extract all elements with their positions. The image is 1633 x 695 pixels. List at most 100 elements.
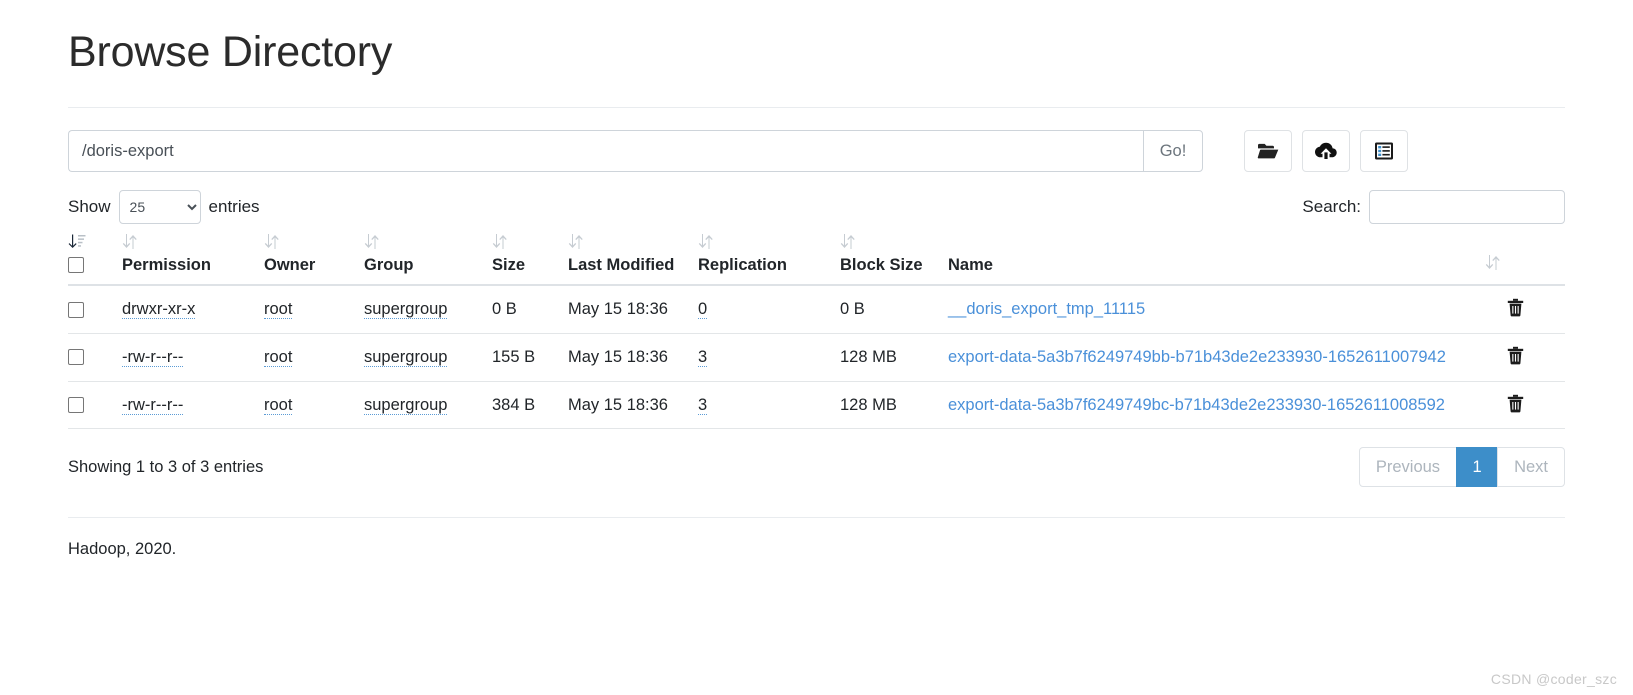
- cut-paste-button[interactable]: [1360, 130, 1408, 173]
- length-control: Show 10 25 50 100 entries: [68, 190, 260, 225]
- column-header-replication[interactable]: Replication: [698, 233, 840, 287]
- replication-value[interactable]: 3: [698, 395, 708, 415]
- cell-group: supergroup: [364, 333, 492, 382]
- column-header-label: Name: [948, 256, 993, 275]
- column-header-label: Permission: [122, 256, 211, 275]
- footer-text: Hadoop, 2020.: [68, 540, 177, 559]
- search-control: Search:: [1302, 190, 1565, 225]
- cell-size: 384 B: [492, 381, 568, 430]
- replication-value[interactable]: 0: [698, 300, 708, 320]
- row-checkbox[interactable]: [68, 301, 84, 318]
- column-header-block-size[interactable]: Block Size: [840, 233, 948, 287]
- page-length-select[interactable]: 10 25 50 100: [118, 190, 201, 225]
- watermark: CSDN @coder_szc: [1490, 671, 1617, 687]
- owner-value[interactable]: root: [264, 395, 293, 415]
- group-value[interactable]: supergroup: [364, 300, 448, 320]
- entries-label: entries: [208, 197, 260, 217]
- create-directory-button[interactable]: [1244, 130, 1292, 173]
- sort-both-icon: [698, 233, 836, 252]
- select-all-checkbox[interactable]: [68, 257, 84, 274]
- pagination-next[interactable]: Next: [1497, 447, 1565, 488]
- cell-owner: root: [264, 333, 364, 382]
- trash-icon: [1507, 346, 1524, 368]
- column-header-select[interactable]: [68, 233, 122, 287]
- table-row: drwxr-xr-x root supergroup 0 B May 15 18…: [68, 285, 1565, 334]
- search-input[interactable]: [1369, 190, 1565, 225]
- cell-block-size: 128 MB: [840, 333, 948, 382]
- delete-button[interactable]: [1507, 394, 1524, 416]
- table-controls: Show 10 25 50 100 entries Search:: [68, 189, 1565, 225]
- sort-desc-active-icon: [68, 233, 118, 252]
- row-checkbox[interactable]: [68, 397, 84, 414]
- table-header-row: Permission Owner Group Size Last Modifie…: [68, 233, 1565, 287]
- column-header-label: Replication: [698, 256, 787, 275]
- cell-size: 0 B: [492, 285, 568, 334]
- cloud-upload-icon: [1314, 141, 1338, 161]
- page-title: Browse Directory: [68, 28, 393, 76]
- cell-permission: drwxr-xr-x: [122, 285, 264, 334]
- permission-value[interactable]: drwxr-xr-x: [122, 300, 196, 320]
- owner-value[interactable]: root: [264, 347, 293, 367]
- table-body: drwxr-xr-x root supergroup 0 B May 15 18…: [68, 285, 1565, 430]
- pagination: Previous 1 Next: [1358, 447, 1565, 488]
- browse-directory-page: Browse Directory Go!: [0, 0, 1633, 695]
- cell-last-modified: May 15 18:36: [568, 285, 698, 334]
- cell-name: export-data-5a3b7f6249749bc-b71b43de2e23…: [948, 381, 1485, 430]
- file-name-link[interactable]: __doris_export_tmp_11115: [948, 300, 1145, 318]
- cell-actions: [1485, 333, 1565, 382]
- delete-button[interactable]: [1507, 346, 1524, 368]
- directory-table: Permission Owner Group Size Last Modifie…: [68, 233, 1565, 430]
- table-row: -rw-r--r-- root supergroup 155 B May 15 …: [68, 333, 1565, 382]
- pagination-page-1[interactable]: 1: [1456, 447, 1499, 488]
- path-input[interactable]: [68, 130, 1143, 173]
- row-checkbox[interactable]: [68, 349, 84, 366]
- cell-replication: 3: [698, 333, 840, 382]
- owner-value[interactable]: root: [264, 300, 293, 320]
- cell-actions: [1485, 381, 1565, 430]
- sort-both-icon: [1485, 254, 1561, 273]
- upload-files-button[interactable]: [1302, 130, 1350, 173]
- file-name-link[interactable]: export-data-5a3b7f6249749bc-b71b43de2e23…: [948, 396, 1445, 414]
- sort-both-icon: [264, 233, 360, 252]
- cell-replication: 0: [698, 285, 840, 334]
- cell-owner: root: [264, 285, 364, 334]
- header-divider: [68, 107, 1565, 109]
- column-header-permission[interactable]: Permission: [122, 233, 264, 287]
- group-value[interactable]: supergroup: [364, 347, 448, 367]
- column-header-label: Size: [492, 256, 526, 275]
- column-header-last-modified[interactable]: Last Modified: [568, 233, 698, 287]
- permission-value[interactable]: -rw-r--r--: [122, 347, 184, 367]
- table-row: -rw-r--r-- root supergroup 384 B May 15 …: [68, 381, 1565, 430]
- cell-name: __doris_export_tmp_11115: [948, 285, 1485, 334]
- file-name-link[interactable]: export-data-5a3b7f6249749bb-b71b43de2e23…: [948, 348, 1446, 366]
- page-container: Browse Directory Go!: [0, 0, 1633, 559]
- group-value[interactable]: supergroup: [364, 395, 448, 415]
- delete-button[interactable]: [1507, 298, 1524, 320]
- column-header-label: Owner: [264, 256, 316, 275]
- column-header-size[interactable]: Size: [492, 233, 568, 287]
- cell-permission: -rw-r--r--: [122, 333, 264, 382]
- column-header-actions[interactable]: [1485, 233, 1565, 287]
- sort-both-icon: [122, 233, 260, 252]
- column-header-name[interactable]: Name: [948, 233, 1485, 287]
- cell-last-modified: May 15 18:36: [568, 381, 698, 430]
- table-footer: Showing 1 to 3 of 3 entries Previous 1 N…: [68, 447, 1565, 488]
- cell-owner: root: [264, 381, 364, 430]
- pagination-previous[interactable]: Previous: [1358, 447, 1458, 488]
- replication-value[interactable]: 3: [698, 347, 708, 367]
- cell-name: export-data-5a3b7f6249749bb-b71b43de2e23…: [948, 333, 1485, 382]
- go-button[interactable]: Go!: [1143, 130, 1203, 173]
- list-icon: [1374, 141, 1394, 161]
- permission-value[interactable]: -rw-r--r--: [122, 395, 184, 415]
- cell-group: supergroup: [364, 381, 492, 430]
- cell-block-size: 0 B: [840, 285, 948, 334]
- row-select-cell: [68, 333, 122, 382]
- column-header-owner[interactable]: Owner: [264, 233, 364, 287]
- cell-permission: -rw-r--r--: [122, 381, 264, 430]
- column-header-label: Last Modified: [568, 256, 675, 275]
- search-label: Search:: [1302, 197, 1361, 217]
- cell-last-modified: May 15 18:36: [568, 333, 698, 382]
- trash-icon: [1507, 298, 1524, 320]
- cell-group: supergroup: [364, 285, 492, 334]
- column-header-group[interactable]: Group: [364, 233, 492, 287]
